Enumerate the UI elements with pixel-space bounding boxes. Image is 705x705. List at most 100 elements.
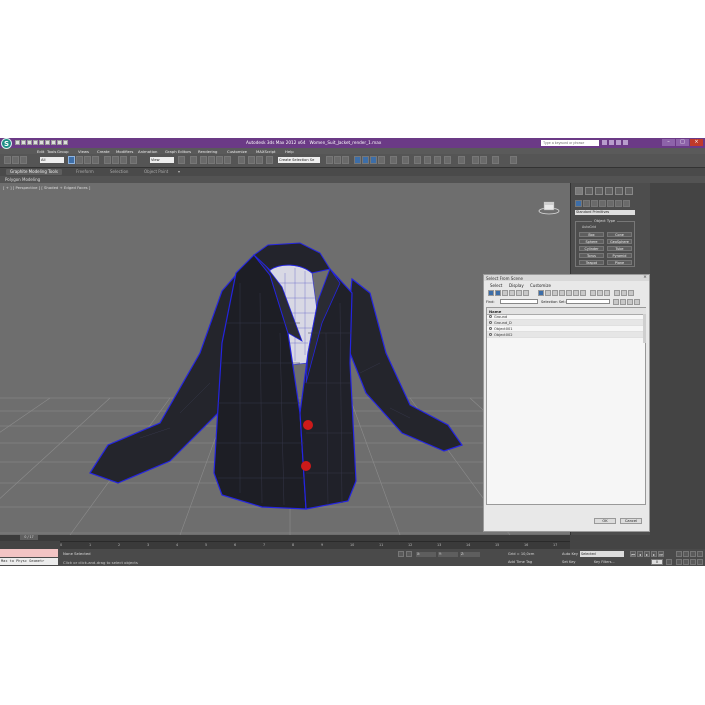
modify-tab-icon[interactable] — [585, 187, 593, 195]
angle-snap-icon[interactable] — [208, 156, 215, 164]
display-cameras-icon[interactable] — [509, 290, 515, 296]
favorites-star-icon[interactable] — [616, 140, 621, 145]
viewport-label-menu[interactable]: [ + ] [ Perspective ] [ Shaded + Edged F… — [3, 185, 90, 190]
create-tab-icon[interactable] — [575, 187, 583, 195]
spinner-snap-icon[interactable] — [224, 156, 231, 164]
render-production-icon[interactable] — [378, 156, 385, 164]
zoom-all-icon[interactable] — [683, 551, 689, 557]
viewcube-icon[interactable] — [538, 201, 560, 215]
z-coordinate-field[interactable]: Z: — [460, 552, 480, 557]
shapes-icon[interactable] — [583, 200, 590, 207]
display-space-warps-icon[interactable] — [523, 290, 529, 296]
container-icon[interactable] — [492, 156, 499, 164]
help-icon[interactable] — [623, 140, 628, 145]
select-and-manipulate-icon[interactable] — [130, 156, 137, 164]
selection-set-icon-4[interactable] — [634, 299, 640, 305]
maximize-viewport-icon[interactable] — [697, 559, 703, 565]
percent-snap-icon[interactable] — [216, 156, 223, 164]
application-button-icon[interactable]: S — [1, 138, 12, 149]
display-xrefs-icon[interactable] — [545, 290, 551, 296]
mirror-icon[interactable] — [248, 156, 255, 164]
filter-icon[interactable] — [621, 290, 627, 296]
unlink-icon[interactable] — [12, 156, 19, 164]
select-and-link-icon[interactable] — [4, 156, 11, 164]
display-all-icon[interactable] — [580, 290, 586, 296]
geosphere-button[interactable]: GeoSphere — [607, 239, 632, 244]
curve-editor-icon[interactable] — [334, 156, 341, 164]
display-lights-icon[interactable] — [502, 290, 508, 296]
pyramid-button[interactable]: Pyramid — [607, 253, 632, 258]
render-message-icon[interactable] — [444, 156, 451, 164]
render-setup-icon[interactable] — [362, 156, 369, 164]
key-filters-button[interactable]: Key Filters... — [594, 560, 615, 564]
lock-selection-icon[interactable] — [398, 551, 404, 557]
open-file-icon[interactable] — [21, 140, 26, 145]
selection-set-icon-3[interactable] — [627, 299, 633, 305]
render-last-icon[interactable] — [424, 156, 431, 164]
edit-named-selection-icon[interactable] — [238, 156, 245, 164]
rendered-frame-window-icon[interactable] — [370, 156, 377, 164]
tab-freeform[interactable]: Freeform — [76, 169, 94, 175]
redo-icon[interactable] — [39, 140, 44, 145]
teapot-render-icon[interactable] — [390, 156, 397, 164]
maxscript-mini-listener-output[interactable] — [0, 549, 58, 557]
dialog-menu-select[interactable]: Select — [490, 283, 502, 288]
x-coordinate-field[interactable]: X: — [416, 552, 436, 557]
tab-graphite-modeling-tools[interactable]: Graphite Modeling Tools — [6, 169, 63, 175]
display-geometry-icon[interactable] — [488, 290, 494, 296]
absolute-mode-icon[interactable] — [406, 551, 412, 557]
hierarchy-tab-icon[interactable] — [595, 187, 603, 195]
tube-button[interactable]: Tube — [607, 246, 632, 251]
helpers-icon[interactable] — [607, 200, 614, 207]
sync-selection-icon[interactable] — [614, 290, 620, 296]
go-to-end-icon[interactable]: ⏭ — [658, 551, 664, 557]
current-frame-field[interactable]: 0 — [651, 559, 663, 565]
asset-browser-icon[interactable] — [480, 156, 487, 164]
time-configuration-icon[interactable] — [666, 559, 672, 565]
dialog-close-icon[interactable]: × — [642, 275, 648, 281]
key-mode-select[interactable]: Selected — [580, 551, 624, 557]
time-slider-handle[interactable]: 0 / 17 — [20, 535, 38, 540]
find-case-icon[interactable] — [628, 290, 634, 296]
help-search-input[interactable] — [541, 140, 599, 146]
motion-tab-icon[interactable] — [605, 187, 613, 195]
object-category-dropdown[interactable]: Standard Primitives — [575, 210, 635, 215]
select-object-icon[interactable] — [68, 156, 75, 164]
next-frame-icon[interactable]: ▸ — [651, 551, 657, 557]
save-file-icon[interactable] — [27, 140, 32, 145]
maxscript-mini-listener-input[interactable]: Max to Physc Geometr — [0, 558, 58, 565]
scene-explorer-icon[interactable] — [472, 156, 479, 164]
select-and-move-icon[interactable] — [104, 156, 111, 164]
previous-frame-icon[interactable]: ◂ — [637, 551, 643, 557]
systems-icon[interactable] — [623, 200, 630, 207]
utilities-tab-icon[interactable] — [625, 187, 633, 195]
select-and-rotate-icon[interactable] — [112, 156, 119, 164]
display-frozen-icon[interactable] — [566, 290, 572, 296]
select-invert-icon[interactable] — [604, 290, 610, 296]
display-shapes-icon[interactable] — [495, 290, 501, 296]
environment-icon[interactable] — [402, 156, 409, 164]
zoom-icon[interactable] — [676, 551, 682, 557]
teapot-button[interactable]: Teapot — [579, 260, 604, 265]
select-and-scale-icon[interactable] — [120, 156, 127, 164]
tab-object-paint[interactable]: Object Paint — [144, 169, 168, 175]
graphite-toggle-icon[interactable] — [326, 156, 333, 164]
cameras-icon[interactable] — [599, 200, 606, 207]
hold-icon[interactable] — [45, 140, 50, 145]
undo-icon[interactable] — [33, 140, 38, 145]
cancel-button[interactable]: Cancel — [620, 518, 642, 524]
add-time-tag-button[interactable]: Add Time Tag — [508, 560, 532, 564]
sphere-button[interactable]: Sphere — [579, 239, 604, 244]
lights-icon[interactable] — [591, 200, 598, 207]
dialog-menu-customize[interactable]: Customize — [530, 283, 551, 288]
plane-button[interactable]: Plane — [607, 260, 632, 265]
set-key-button[interactable]: Set Key — [562, 560, 576, 564]
keyboard-shortcut-override-icon[interactable] — [190, 156, 197, 164]
list-item[interactable]: Object002 — [487, 332, 646, 338]
new-file-icon[interactable] — [15, 140, 20, 145]
display-containers-icon[interactable] — [559, 290, 565, 296]
schematic-view-icon[interactable] — [342, 156, 349, 164]
select-none-icon[interactable] — [597, 290, 603, 296]
align-icon[interactable] — [256, 156, 263, 164]
select-by-name-icon[interactable] — [76, 156, 83, 164]
